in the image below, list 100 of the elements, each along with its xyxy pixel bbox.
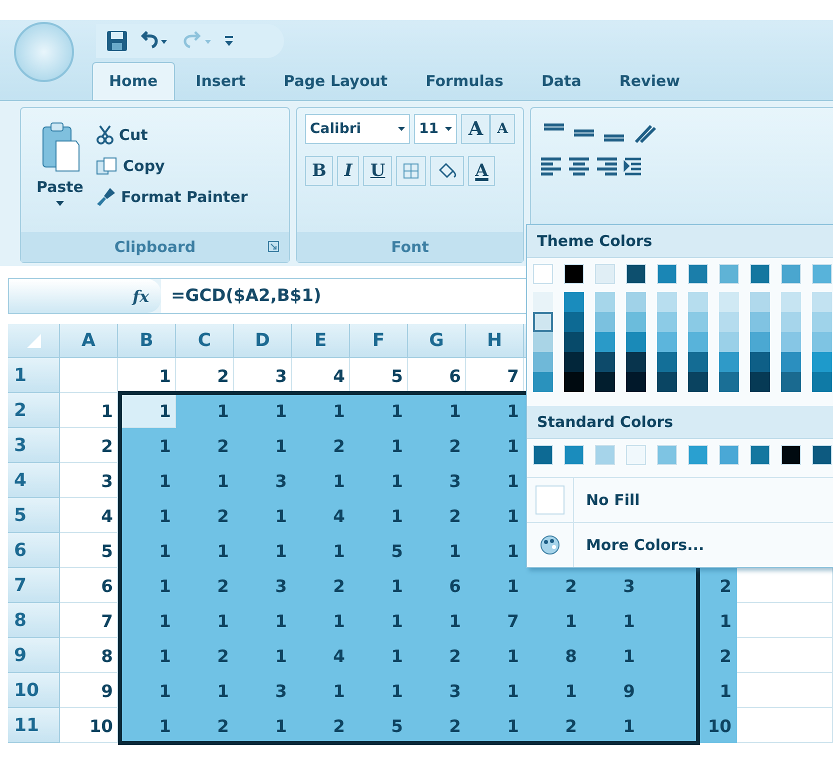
color-swatch[interactable] [595,352,615,372]
color-swatch[interactable] [750,372,770,392]
color-swatch[interactable] [812,312,832,332]
color-swatch[interactable] [657,352,677,372]
text-orientation-icon[interactable] [633,122,657,144]
color-swatch[interactable] [626,372,646,392]
select-all-corner[interactable] [8,324,60,358]
row-header[interactable]: 3 [8,428,60,463]
row-header[interactable]: 11 [8,708,60,743]
color-swatch[interactable] [719,332,739,352]
ribbon-tab[interactable]: Page Layout [266,62,405,100]
color-swatch[interactable] [533,352,553,372]
color-swatch[interactable] [719,352,739,372]
font-size-field[interactable]: 11 [414,114,458,144]
color-swatch[interactable] [533,332,553,352]
align-center-icon[interactable] [567,156,591,178]
color-swatch[interactable] [564,312,584,332]
color-swatch[interactable] [812,372,832,392]
menu-item[interactable]: No Fill [527,477,833,522]
fill-color-button[interactable] [430,156,464,186]
column-header[interactable]: D [234,324,292,358]
row-header[interactable]: 4 [8,463,60,498]
column-header[interactable]: A [60,324,118,358]
color-swatch[interactable] [564,352,584,372]
color-swatch[interactable] [812,352,832,372]
color-swatch[interactable] [533,372,553,392]
borders-button[interactable] [396,156,426,186]
save-icon[interactable] [106,30,128,52]
color-swatch[interactable] [688,445,708,465]
color-swatch[interactable] [657,332,677,352]
color-swatch[interactable] [812,332,832,352]
font-name-field[interactable]: Calibri [305,114,410,144]
row-header[interactable]: 7 [8,568,60,603]
color-swatch[interactable] [657,312,677,332]
color-swatch[interactable] [595,312,615,332]
color-swatch[interactable] [750,352,770,372]
italic-button[interactable]: I [337,156,360,186]
color-swatch[interactable] [688,352,708,372]
color-swatch[interactable] [719,445,739,465]
shrink-font-button[interactable]: A [490,114,515,144]
column-header[interactable]: C [176,324,234,358]
row-header[interactable]: 9 [8,638,60,673]
column-header[interactable]: F [350,324,408,358]
color-swatch[interactable] [626,445,646,465]
color-swatch[interactable] [688,312,708,332]
format-painter-button[interactable]: Format Painter [91,184,253,210]
menu-item[interactable]: More Colors... [527,522,833,567]
color-swatch[interactable] [812,445,832,465]
color-swatch[interactable] [657,445,677,465]
color-swatch[interactable] [688,372,708,392]
color-swatch[interactable] [750,445,770,465]
row-header[interactable]: 10 [8,673,60,708]
font-color-button[interactable]: A [468,156,496,186]
column-header[interactable]: E [292,324,350,358]
row-header[interactable]: 6 [8,533,60,568]
color-swatch[interactable] [564,372,584,392]
column-header[interactable]: B [118,324,176,358]
align-left-icon[interactable] [539,156,563,178]
row-header[interactable]: 2 [8,393,60,428]
indent-icon[interactable] [623,156,643,178]
column-header[interactable]: G [408,324,466,358]
color-swatch[interactable] [781,372,801,392]
color-swatch[interactable] [719,372,739,392]
undo-icon[interactable] [138,31,168,51]
color-swatch[interactable] [781,445,801,465]
color-swatch[interactable] [750,312,770,332]
dialog-launcher-icon[interactable] [268,241,279,252]
color-swatch[interactable] [564,332,584,352]
grow-font-button[interactable]: A [461,114,490,144]
ribbon-tab[interactable]: Formulas [408,62,520,100]
row-header[interactable]: 5 [8,498,60,533]
paste-button[interactable]: Paste [29,116,91,224]
ribbon-tab[interactable]: Data [524,62,598,100]
color-swatch[interactable] [781,352,801,372]
color-swatch[interactable] [626,352,646,372]
ribbon-tab[interactable]: Home [92,62,175,100]
row-header[interactable]: 1 [8,358,60,393]
color-swatch[interactable] [781,332,801,352]
customize-toolbar-icon[interactable] [224,34,234,48]
color-swatch[interactable] [533,312,553,332]
color-swatch[interactable] [657,372,677,392]
color-swatch[interactable] [781,312,801,332]
column-header[interactable]: H [466,324,524,358]
align-right-icon[interactable] [595,156,619,178]
cut-button[interactable]: Cut [91,122,253,148]
color-swatch[interactable] [564,445,584,465]
color-swatch[interactable] [626,312,646,332]
ribbon-tab[interactable]: Insert [178,62,263,100]
underline-button[interactable]: U [363,156,392,186]
color-swatch[interactable] [626,332,646,352]
color-swatch[interactable] [719,312,739,332]
color-swatch[interactable] [595,332,615,352]
copy-button[interactable]: Copy [91,154,253,178]
color-swatch[interactable] [533,445,553,465]
bold-button[interactable]: B [305,156,334,186]
row-header[interactable]: 8 [8,603,60,638]
color-swatch[interactable] [595,445,615,465]
ribbon-tab[interactable]: Review [602,62,698,100]
color-swatch[interactable] [750,332,770,352]
color-swatch[interactable] [688,332,708,352]
